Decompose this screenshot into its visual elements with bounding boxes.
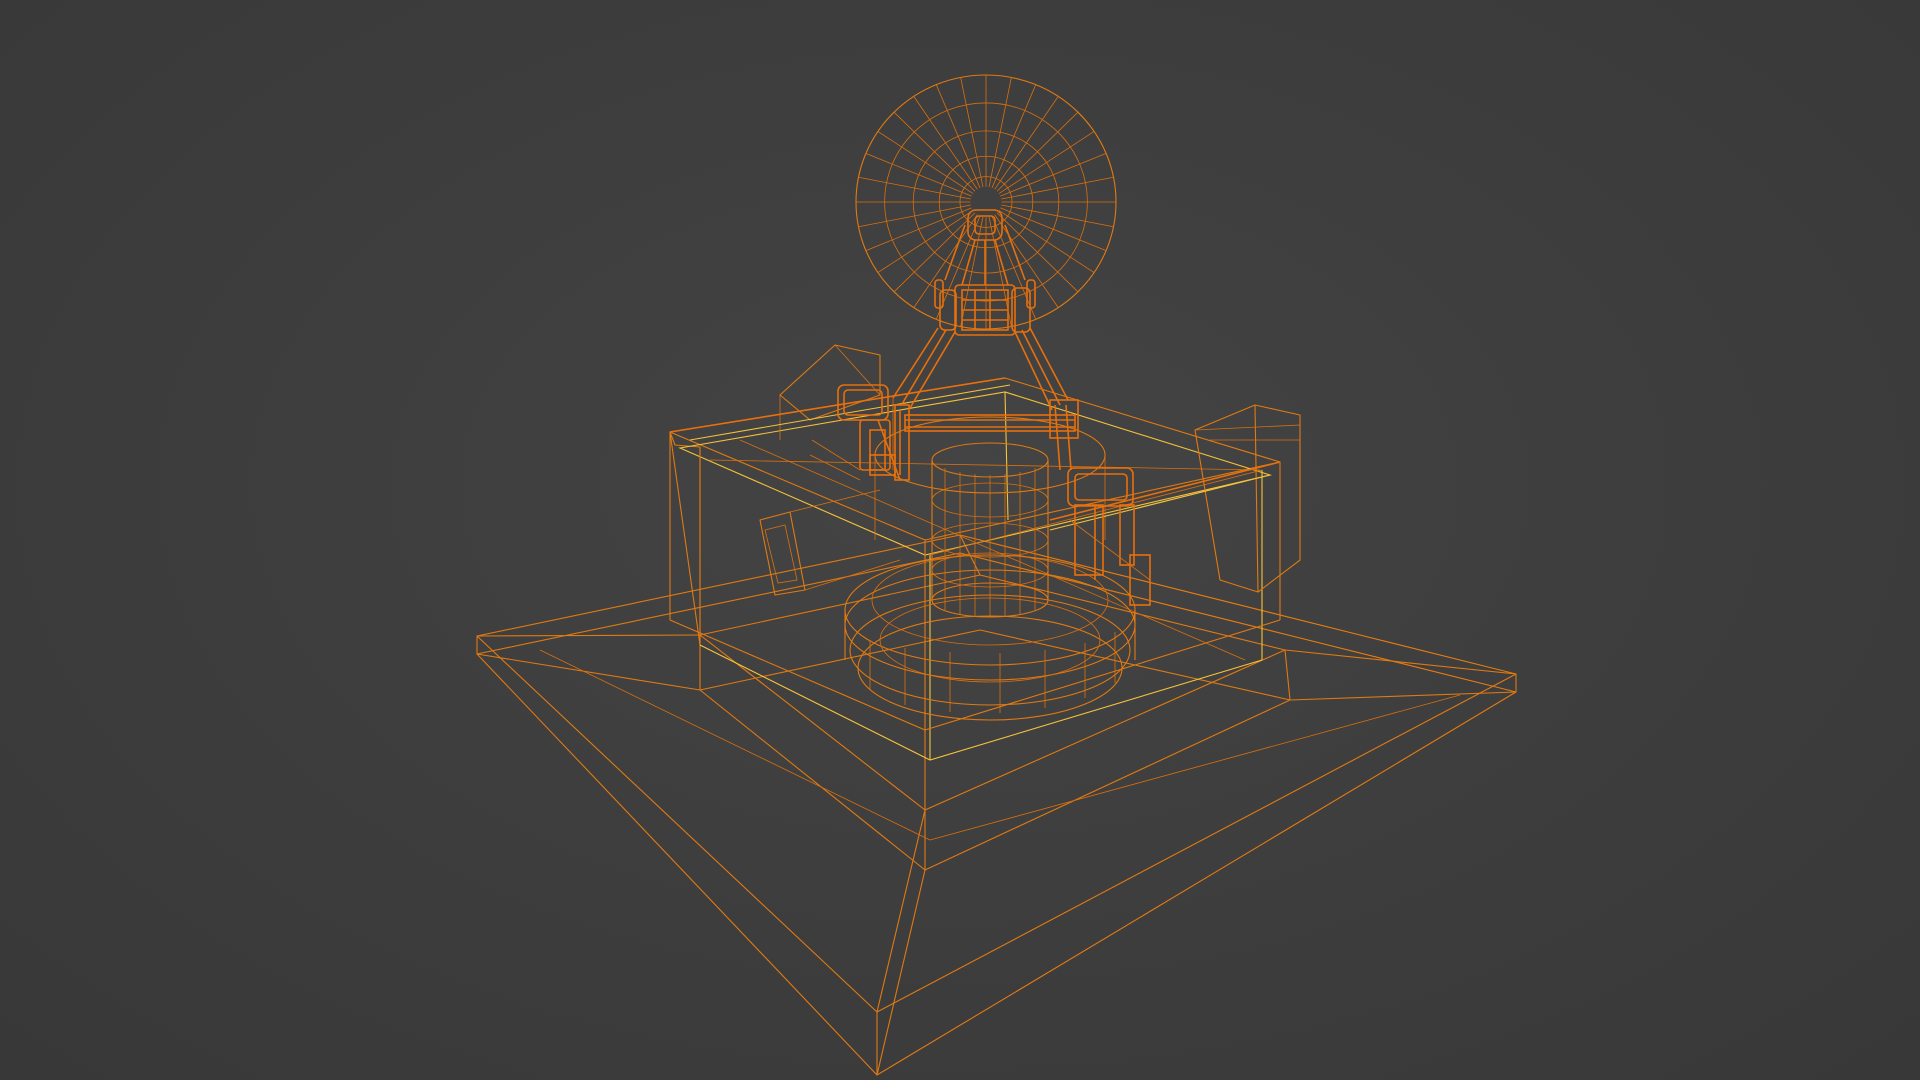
yoke-arms bbox=[892, 327, 1079, 471]
dish-spoke bbox=[996, 111, 1079, 192]
dish-spoke bbox=[991, 84, 1037, 189]
left-clamp bbox=[809, 384, 910, 481]
dish-spoke bbox=[988, 77, 1012, 188]
dish-spoke bbox=[865, 207, 972, 251]
dish-spoke bbox=[935, 215, 981, 320]
dish-mount bbox=[934, 209, 1036, 336]
dish-spoke bbox=[893, 111, 976, 192]
dish-spoke bbox=[1001, 204, 1114, 228]
dish-spoke bbox=[935, 84, 981, 189]
dish-spoke bbox=[858, 204, 971, 228]
wireframe-model[interactable] bbox=[0, 0, 1920, 1080]
dish-spoke bbox=[1001, 176, 1114, 200]
dish-spoke bbox=[1000, 153, 1107, 197]
dish-spoke bbox=[865, 153, 972, 197]
dish-spoke bbox=[991, 215, 1037, 320]
dish-reflector bbox=[855, 74, 1117, 330]
3d-viewport[interactable] bbox=[0, 0, 1920, 1080]
right-clamp bbox=[1067, 467, 1151, 606]
dish-spoke bbox=[960, 77, 984, 188]
dish-spoke bbox=[1000, 207, 1107, 251]
dish-spoke bbox=[858, 176, 971, 200]
dish-spoke bbox=[996, 212, 1079, 293]
